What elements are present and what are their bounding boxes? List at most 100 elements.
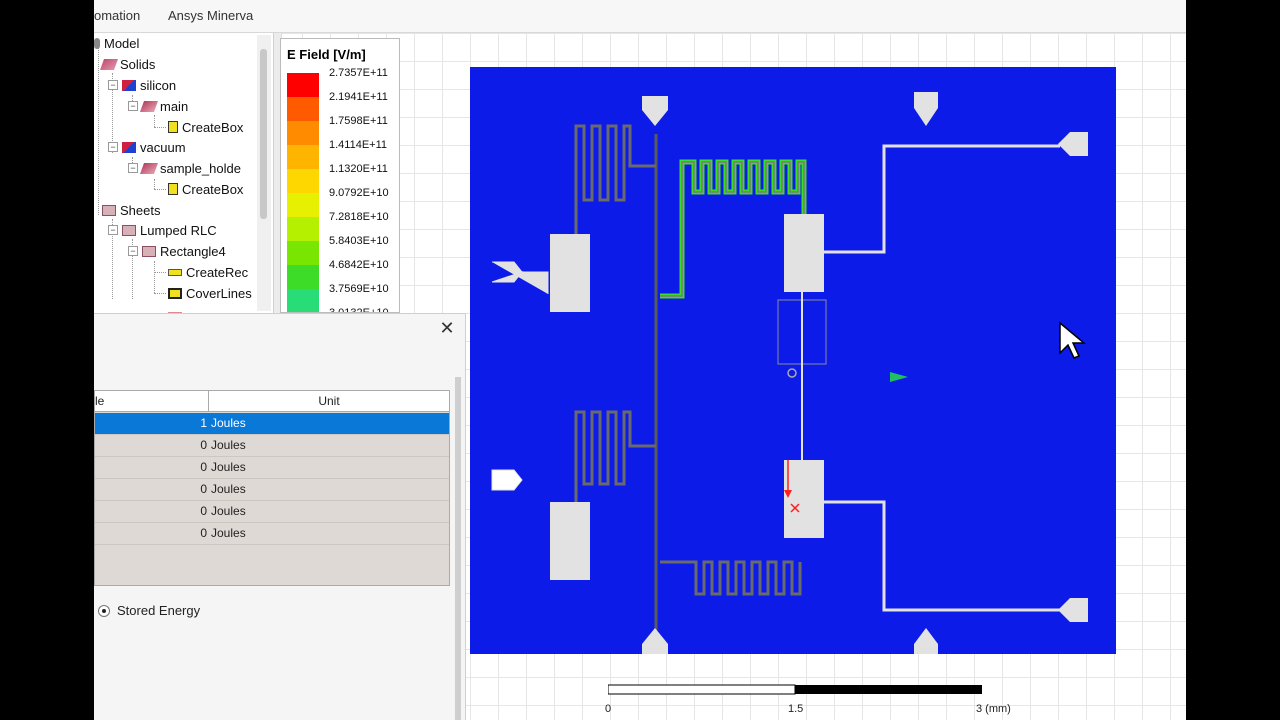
- legend-value: 3.7569E+10: [329, 283, 389, 295]
- legend-value: 9.0792E+10: [329, 187, 389, 199]
- solid-object-icon: [139, 100, 159, 112]
- legend-title: E Field [V/m]: [287, 47, 366, 62]
- coverlines-icon: [168, 287, 182, 299]
- collapse-icon[interactable]: −: [108, 225, 118, 235]
- table-row[interactable]: 0 Joules: [95, 501, 449, 523]
- tree-node-label: Sheets: [120, 202, 161, 218]
- tree-scroll-thumb[interactable]: [260, 49, 267, 219]
- legend-value: 2.7357E+11: [329, 67, 388, 79]
- efield-legend: E Field [V/m] 2.7357E+11 2.1941E+11 1.7598…: [280, 38, 400, 313]
- tree-node-createrect[interactable]: CreateRec: [168, 262, 248, 282]
- tree-node-main[interactable]: − main: [128, 96, 188, 116]
- menu-bar: omation Ansys Minerva: [94, 0, 1186, 33]
- sheet-object-icon: [142, 245, 156, 257]
- cell-unit: Joules: [211, 416, 246, 430]
- tree-node-model[interactable]: Model: [94, 33, 139, 53]
- legend-value: 4.6842E+10: [329, 259, 389, 271]
- qubit-pad-4: [784, 460, 824, 538]
- table-row[interactable]: 0 Joules: [95, 479, 449, 501]
- legend-swatch: [287, 265, 319, 289]
- createbox-icon: [168, 121, 178, 133]
- tree-node-label: CreateBox: [182, 119, 244, 135]
- collapse-icon[interactable]: −: [108, 142, 118, 152]
- scale-label-1: 1.5: [788, 703, 804, 715]
- sheets-icon: [102, 204, 116, 216]
- tree-node-label: Model: [104, 35, 140, 51]
- cell-value: 0: [200, 460, 207, 474]
- results-grid[interactable]: le Unit 1 Joules 0 Joules 0 Joules 0 Joules 0 Jou…: [94, 390, 450, 586]
- legend-value: 1.4114E+11: [329, 139, 388, 151]
- legend-swatch: [287, 73, 319, 97]
- tree-node-rectangle4[interactable]: − Rectangle4: [128, 241, 226, 261]
- tree-node-lumped-rlc[interactable]: − Lumped RLC: [108, 220, 217, 240]
- legend-value: 1.7598E+11: [329, 115, 388, 127]
- collapse-icon[interactable]: −: [108, 80, 118, 90]
- legend-value: 7.2818E+10: [329, 211, 389, 223]
- tree-scrollbar[interactable]: [257, 35, 271, 311]
- legend-swatch: [287, 169, 319, 193]
- tree-node-label: Solids: [120, 56, 156, 72]
- dialog-scrollbar[interactable]: [455, 377, 461, 720]
- tree-node-silicon[interactable]: − silicon: [108, 75, 176, 95]
- table-row[interactable]: 0 Joules: [95, 523, 449, 545]
- legend-swatch: [287, 193, 319, 217]
- radio-label: Stored Energy: [117, 603, 201, 618]
- chip-layout[interactable]: [470, 34, 1120, 654]
- cell-unit: Joules: [211, 438, 246, 452]
- sheets-icon: [122, 224, 136, 236]
- close-icon[interactable]: ✕: [438, 319, 456, 337]
- tree-node-createbox-2[interactable]: CreateBox: [168, 179, 243, 199]
- legend-swatch: [287, 217, 319, 241]
- mouse-cursor-icon: [1059, 321, 1086, 359]
- tree-node-partial: [168, 304, 186, 313]
- cell-unit: Joules: [211, 460, 246, 474]
- cell-value: 1: [200, 416, 207, 430]
- legend-value: 2.1941E+11: [329, 91, 388, 103]
- collapse-icon[interactable]: −: [128, 246, 138, 256]
- legend-value: 5.8403E+10: [329, 235, 389, 247]
- table-row[interactable]: 0 Joules: [95, 457, 449, 479]
- material-icon: [122, 141, 136, 153]
- qubit-pad-2: [550, 502, 590, 580]
- legend-swatch: [287, 289, 319, 312]
- tree-node-label: Lumped RLC: [140, 222, 217, 238]
- tree-node-sample-holder[interactable]: − sample_holde: [128, 158, 241, 178]
- fields-calculator-dialog: ✕ le Unit 1 Joules 0 Joules 0 Joules 0 Joules 0 J…: [94, 313, 466, 720]
- createrect-icon: [168, 268, 182, 276]
- cell-unit: Joules: [211, 526, 246, 540]
- tree-node-vacuum[interactable]: − vacuum: [108, 137, 186, 157]
- tree-node-solids[interactable]: Solids: [99, 54, 156, 74]
- column-header-unit[interactable]: Unit: [209, 391, 449, 412]
- tree-node-label: main: [160, 98, 189, 114]
- tree-node-label: silicon: [140, 77, 177, 93]
- column-header-value[interactable]: le: [95, 391, 209, 412]
- collapse-icon[interactable]: −: [128, 101, 138, 111]
- solids-icon: [99, 58, 119, 70]
- collapse-icon[interactable]: −: [128, 163, 138, 173]
- scale-label-0: 0: [605, 703, 612, 715]
- qubit-pad: [550, 234, 590, 312]
- cell-value: 0: [200, 438, 207, 452]
- tree-node-label: CoverLines: [186, 285, 252, 301]
- tree-node-label: Rectangle4: [160, 243, 226, 259]
- tree-node-label: sample_holde: [160, 160, 241, 176]
- table-row[interactable]: 1 Joules: [95, 413, 449, 435]
- legend-value: 1.1320E+11: [329, 163, 388, 175]
- stored-energy-option[interactable]: Stored Energy: [98, 603, 200, 618]
- material-icon: [122, 79, 136, 91]
- project-tree: Model Solids − silicon − main CreateBox …: [94, 33, 274, 313]
- radio-button[interactable]: [98, 604, 110, 617]
- scale-bar: [608, 684, 982, 695]
- table-row[interactable]: 0 Joules: [95, 435, 449, 457]
- tree-node-sheets[interactable]: Sheets: [102, 200, 160, 220]
- tree-node-coverlines[interactable]: CoverLines: [168, 283, 252, 303]
- tree-node-createbox[interactable]: CreateBox: [168, 117, 243, 137]
- scale-label-2: 3 (mm): [976, 703, 1011, 715]
- legend-swatch: [287, 145, 319, 169]
- menu-item-automation[interactable]: omation: [94, 8, 140, 23]
- menu-item-ansys-minerva[interactable]: Ansys Minerva: [168, 8, 253, 23]
- tree-node-label: CreateBox: [182, 181, 244, 197]
- cell-value: 0: [200, 526, 207, 540]
- tree-node-label: vacuum: [140, 139, 186, 155]
- cell-unit: Joules: [211, 482, 246, 496]
